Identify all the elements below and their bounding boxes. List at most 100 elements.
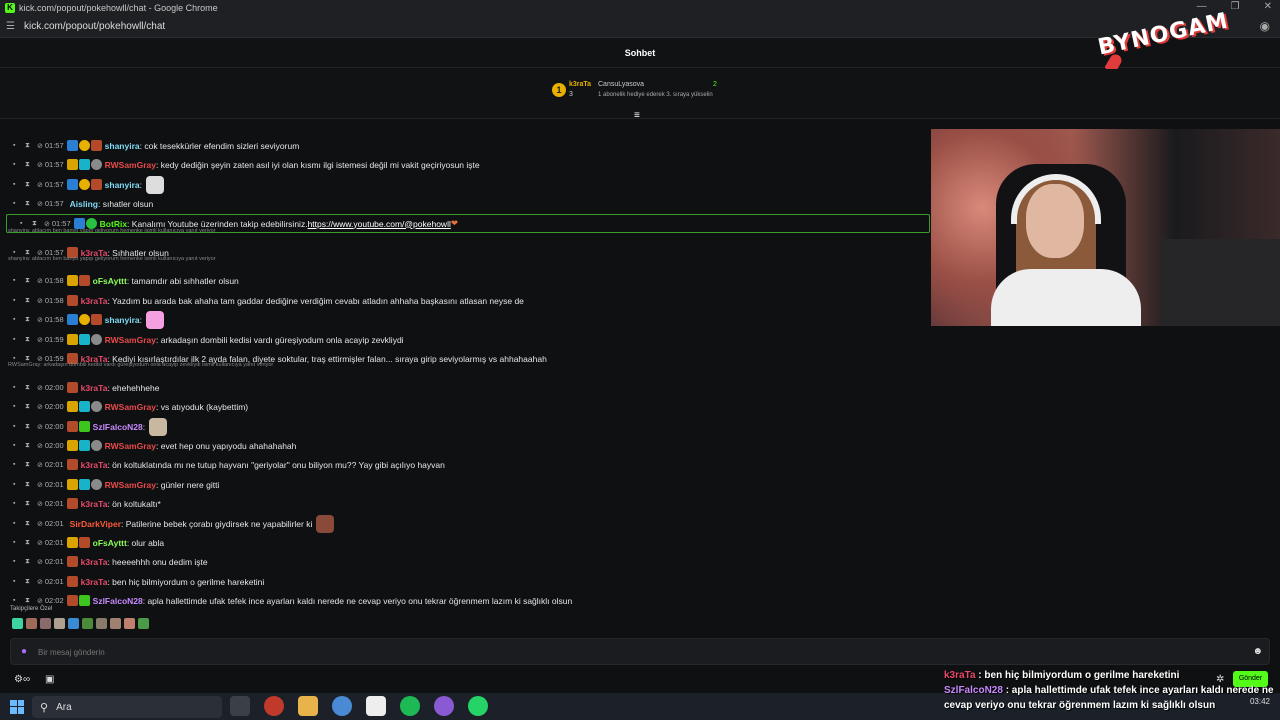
chrome-icon[interactable] [332, 696, 352, 716]
username[interactable]: k3raTa [81, 499, 108, 509]
chat-message-row[interactable]: ▪ ⧗ ⊘ 01:57 shanyira: cok tesekkürler efendi… [0, 136, 930, 155]
pin-icon[interactable]: ▪ [13, 355, 21, 362]
pin-icon[interactable]: ▪ [13, 277, 21, 284]
timeout-icon[interactable]: ⧗ [25, 142, 33, 150]
username[interactable]: RWSamGray [105, 402, 156, 412]
top-gifter-name[interactable]: k3raTa [569, 81, 591, 88]
username[interactable]: SzlFalcoN28 [93, 422, 143, 432]
ban-icon[interactable]: ⊘ [37, 200, 43, 208]
timeout-icon[interactable]: ⧗ [25, 539, 33, 547]
gifter-name[interactable]: CansuLyasova [598, 81, 644, 88]
chat-message-row[interactable]: ▪ ⧗ ⊘ 01:57 Aisling: sıhatler olsun [0, 194, 930, 213]
chat-message-row[interactable]: ▪ ⧗ ⊘ 02:00 RWSamGray: evet hep onu yapıyodu… [0, 436, 930, 455]
taskbar-search[interactable]: ⚲ Ara [32, 696, 222, 718]
pin-icon[interactable]: ▪ [13, 200, 21, 207]
username[interactable]: BotRix [100, 219, 127, 229]
pin-icon[interactable]: ▪ [13, 403, 21, 410]
ban-icon[interactable]: ⊘ [37, 539, 43, 547]
timeout-icon[interactable]: ⧗ [25, 461, 33, 469]
timeout-icon[interactable]: ⧗ [25, 277, 33, 285]
emote-icon[interactable] [138, 618, 149, 629]
emote-icon[interactable] [54, 618, 65, 629]
timeout-icon[interactable]: ⧗ [25, 297, 33, 305]
timeout-icon[interactable]: ⧗ [25, 558, 33, 566]
minimize-icon[interactable]: — [1197, 1, 1207, 12]
pin-icon[interactable]: ▪ [13, 500, 21, 507]
username[interactable]: RWSamGray [105, 480, 156, 490]
timeout-icon[interactable]: ⧗ [25, 161, 33, 169]
chat-message-row[interactable]: ▪ ⧗ ⊘ 02:01 RWSamGray: günler nere gitti [0, 475, 930, 494]
spotify-icon[interactable] [400, 696, 420, 716]
pin-icon[interactable]: ▪ [13, 442, 21, 449]
points-icon[interactable]: ⚙∞ [14, 674, 30, 685]
timeout-icon[interactable]: ⧗ [25, 442, 33, 450]
chat-message-row[interactable]: ▪ ⧗ ⊘ 02:02 SzlFalcoN28: apla hallettimde uf… [0, 591, 930, 610]
chat-message-row[interactable]: ▪ ⧗ ⊘ 01:58 oFsAyttt: tamamdır abi sıhhatler… [0, 271, 930, 290]
gift-icon[interactable]: ▣ [45, 674, 54, 685]
site-settings-icon[interactable]: ☰ [6, 21, 18, 32]
chat-message-row[interactable]: ▪ ⧗ ⊘ 01:58 k3raTa: Yazdım bu arada bak ahah… [0, 291, 930, 310]
username[interactable]: SirDarkViper [70, 519, 121, 529]
timeout-icon[interactable]: ⧗ [25, 200, 33, 208]
ban-icon[interactable]: ⊘ [37, 558, 43, 566]
pin-icon[interactable]: ▪ [13, 539, 21, 546]
timeout-icon[interactable]: ⧗ [25, 316, 33, 324]
chat-message-row[interactable]: ▪ ⧗ ⊘ 02:00 SzlFalcoN28: [0, 417, 930, 436]
message-input-box[interactable]: ● ☻ [10, 638, 1270, 665]
timeout-icon[interactable]: ⧗ [25, 403, 33, 411]
pin-icon[interactable]: ▪ [13, 423, 21, 430]
emote-icon[interactable] [68, 618, 79, 629]
youtube-link[interactable]: https://www.youtube.com/@pokehowll [308, 219, 451, 229]
pin-icon[interactable]: ▪ [13, 520, 21, 527]
ban-icon[interactable]: ⊘ [37, 520, 43, 528]
url-text[interactable]: kick.com/popout/pokehowll/chat [24, 21, 165, 32]
username[interactable]: k3raTa [81, 557, 108, 567]
ban-icon[interactable]: ⊘ [37, 442, 43, 450]
ban-icon[interactable]: ⊘ [37, 181, 43, 189]
pin-icon[interactable]: ▪ [13, 297, 21, 304]
ban-icon[interactable]: ⊘ [37, 423, 43, 431]
message-input[interactable] [38, 644, 1238, 660]
timeout-icon[interactable]: ⧗ [32, 220, 40, 228]
emoji-icon[interactable]: ☻ [1252, 646, 1263, 657]
pin-icon[interactable]: ▪ [13, 461, 21, 468]
file-explorer-icon[interactable] [298, 696, 318, 716]
chat-message-row[interactable]: ▪ ⧗ ⊘ 02:00 RWSamGray: vs atıyoduk (kaybetti… [0, 397, 930, 416]
chat-message-row[interactable]: ▪ ⧗ ⊘ 02:01 oFsAyttt: olur abla [0, 533, 930, 552]
ban-icon[interactable]: ⊘ [37, 336, 43, 344]
username[interactable]: SzlFalcoN28 [93, 596, 143, 606]
chat-message-row[interactable]: ▪ ⧗ ⊘ 02:01 k3raTa: ön koltukaltı* [0, 494, 930, 513]
timeout-icon[interactable]: ⧗ [25, 384, 33, 392]
pin-icon[interactable]: ▪ [13, 316, 21, 323]
reply-context[interactable]: RWSamGray: arkadaşın dombili kedisi vard… [8, 362, 273, 368]
emote-icon[interactable] [110, 618, 121, 629]
pin-icon[interactable]: ▪ [13, 161, 21, 168]
pin-icon[interactable]: ▪ [20, 220, 28, 227]
obs-icon[interactable] [264, 696, 284, 716]
chat-message-row[interactable]: ▪ ⧗ ⊘ 01:59 RWSamGray: arkadaşın dombili ked… [0, 330, 930, 349]
ban-icon[interactable]: ⊘ [37, 161, 43, 169]
whatsapp-icon[interactable] [468, 696, 488, 716]
timeout-icon[interactable]: ⧗ [25, 597, 33, 605]
task-view-icon[interactable] [230, 696, 250, 716]
ban-icon[interactable]: ⊘ [37, 578, 43, 586]
username[interactable]: RWSamGray [105, 160, 156, 170]
timeout-icon[interactable]: ⧗ [25, 578, 33, 586]
username[interactable]: k3raTa [81, 460, 108, 470]
emote-icon[interactable] [26, 618, 37, 629]
username[interactable]: k3raTa [81, 383, 108, 393]
mic-icon[interactable]: ● [21, 646, 27, 657]
pin-icon[interactable]: ▪ [13, 336, 21, 343]
timeout-icon[interactable]: ⧗ [25, 181, 33, 189]
ban-icon[interactable]: ⊘ [37, 316, 43, 324]
chat-message-row[interactable]: ▪ ⧗ ⊘ 02:01 SirDarkViper: Patilerine bebek ç… [0, 514, 930, 533]
pin-icon[interactable]: ▪ [13, 384, 21, 391]
chat-message-row[interactable]: ▪ ⧗ ⊘ 02:01 k3raTa: ön koltuklatında mı ne t… [0, 455, 930, 474]
collapse-icon[interactable]: ≡ [634, 110, 640, 121]
emote-icon[interactable] [82, 618, 93, 629]
ban-icon[interactable]: ⊘ [37, 277, 43, 285]
heart-emote-icon[interactable] [12, 618, 23, 629]
username[interactable]: Aisling [70, 199, 98, 209]
emote-icon[interactable] [124, 618, 135, 629]
ban-icon[interactable]: ⊘ [37, 142, 43, 150]
